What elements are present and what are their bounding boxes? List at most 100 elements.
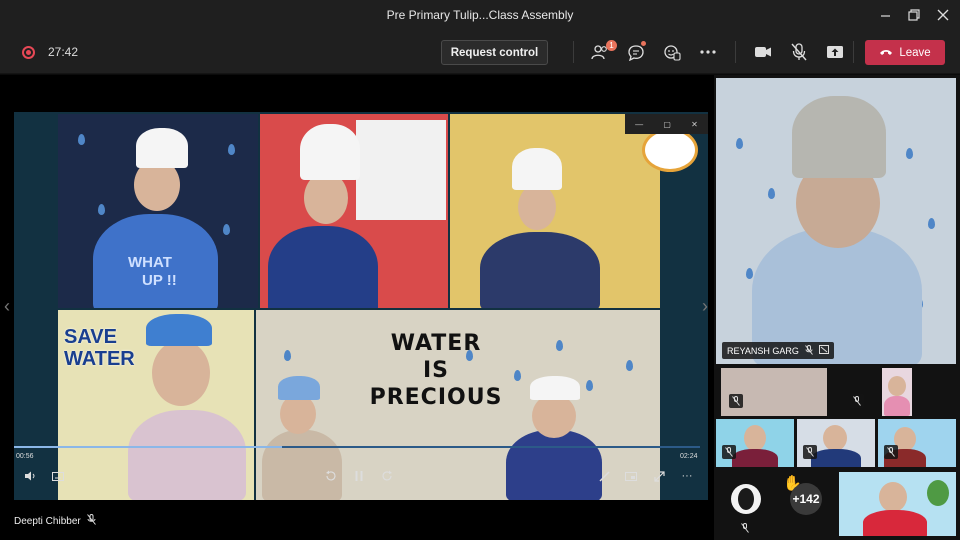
child-head bbox=[532, 394, 576, 438]
unpin-icon[interactable] bbox=[818, 345, 829, 356]
request-control-button[interactable]: Request control bbox=[441, 40, 548, 65]
toolbar-divider bbox=[735, 41, 736, 63]
minimize-icon: — bbox=[635, 119, 644, 129]
phone-icon bbox=[879, 47, 893, 59]
close-icon: ✕ bbox=[691, 119, 698, 129]
presenter-name: Deepti Chibber bbox=[14, 515, 81, 527]
water-drop-crown bbox=[146, 314, 212, 346]
previous-arrow-icon[interactable]: ‹ bbox=[4, 296, 10, 317]
video-more-icon[interactable]: ··· bbox=[678, 469, 696, 483]
share-icon[interactable] bbox=[822, 39, 848, 65]
spotlight-name: REYANSH GARG bbox=[727, 345, 799, 356]
participant-head bbox=[744, 425, 766, 451]
tree-decoration bbox=[927, 480, 949, 506]
miniplayer-icon[interactable] bbox=[622, 469, 640, 483]
water-drop-crown bbox=[530, 376, 580, 400]
mic-off-icon bbox=[729, 394, 743, 408]
record-icon bbox=[22, 46, 35, 59]
chat-unread-dot bbox=[641, 41, 646, 46]
title-bar: Pre Primary Tulip...Class Assembly bbox=[0, 0, 960, 30]
participant-tile[interactable] bbox=[839, 472, 956, 536]
school-logo bbox=[642, 128, 698, 172]
child-head bbox=[280, 394, 316, 434]
slogan-line: WATER bbox=[390, 331, 482, 356]
water-drop-crown bbox=[792, 96, 886, 178]
overflow-participants-button[interactable]: +142 bbox=[790, 483, 822, 515]
participant-head bbox=[888, 376, 906, 396]
toolbar-divider bbox=[573, 41, 574, 63]
mic-off-icon bbox=[803, 445, 817, 459]
leave-button[interactable]: Leave bbox=[865, 40, 945, 65]
child-figure bbox=[128, 410, 246, 500]
water-drop-crown bbox=[278, 376, 320, 400]
chef-hat bbox=[512, 148, 562, 190]
participant-figure bbox=[863, 510, 927, 536]
mic-off-icon bbox=[741, 520, 749, 538]
video-elapsed-time: 00:56 bbox=[16, 453, 34, 460]
pause-icon[interactable] bbox=[350, 469, 368, 483]
close-icon[interactable] bbox=[926, 0, 960, 30]
participant-figure bbox=[732, 449, 778, 467]
leave-label: Leave bbox=[899, 46, 931, 59]
shirt-text: UP !! bbox=[142, 272, 177, 289]
child-figure bbox=[262, 430, 342, 500]
video-tile: WHAT UP !! bbox=[58, 114, 258, 308]
restore-icon: ▢ bbox=[663, 119, 671, 129]
child-figure bbox=[506, 430, 602, 500]
volume-icon[interactable] bbox=[21, 469, 39, 483]
avatar[interactable] bbox=[731, 484, 761, 514]
participant-tile[interactable] bbox=[716, 419, 794, 467]
shirt-text: WHAT bbox=[128, 254, 172, 271]
forward-icon[interactable] bbox=[378, 469, 396, 483]
child-head bbox=[152, 340, 210, 406]
meeting-toolbar: 27:42 Request control 1 Leave bbox=[0, 30, 960, 74]
camera-icon[interactable] bbox=[750, 39, 776, 65]
fullscreen-icon[interactable] bbox=[650, 469, 668, 483]
shared-screen: WHAT UP !! SAVE WATER WATER IS PRECIOUS bbox=[14, 112, 708, 500]
mic-off-icon bbox=[804, 344, 813, 357]
child-figure bbox=[268, 226, 378, 308]
participant-figure bbox=[884, 396, 910, 416]
shared-window-controls: — ▢ ✕ bbox=[625, 114, 708, 134]
mic-off-icon bbox=[86, 514, 96, 528]
rewind-icon[interactable] bbox=[322, 469, 340, 483]
captions-icon[interactable] bbox=[49, 469, 67, 483]
mic-off-icon bbox=[722, 445, 736, 459]
participants-badge: 1 bbox=[606, 40, 617, 51]
participant-head bbox=[879, 482, 907, 512]
meeting-timer: 27:42 bbox=[48, 45, 79, 59]
participant-tile[interactable] bbox=[797, 419, 875, 467]
participant-tile[interactable] bbox=[878, 419, 956, 467]
video-tile: SAVE WATER bbox=[58, 310, 254, 500]
spotlight-label: REYANSH GARG bbox=[722, 342, 834, 359]
chef-hat bbox=[136, 128, 188, 168]
spotlight-video[interactable] bbox=[716, 78, 956, 364]
participant-figure bbox=[811, 449, 861, 467]
more-icon[interactable] bbox=[695, 39, 721, 65]
participant-tile[interactable] bbox=[721, 368, 827, 416]
participant-tile[interactable] bbox=[882, 368, 912, 416]
next-arrow-icon[interactable]: › bbox=[702, 296, 708, 317]
save-water-text: SAVE bbox=[64, 326, 117, 348]
toolbar-divider bbox=[853, 41, 854, 63]
video-duration: 02:24 bbox=[680, 453, 698, 460]
mic-off-icon bbox=[884, 445, 898, 459]
participant-head bbox=[823, 425, 847, 451]
slogan-line: IS bbox=[422, 358, 450, 383]
reactions-icon[interactable] bbox=[659, 39, 685, 65]
participant-tile[interactable] bbox=[838, 368, 876, 416]
presenter-label: Deepti Chibber bbox=[14, 514, 96, 528]
video-tile bbox=[260, 114, 448, 308]
child-figure bbox=[480, 232, 600, 308]
mic-off-icon[interactable] bbox=[786, 39, 812, 65]
pen-icon[interactable] bbox=[595, 469, 613, 483]
window-title: Pre Primary Tulip...Class Assembly bbox=[386, 8, 574, 22]
save-water-text: WATER bbox=[64, 348, 135, 370]
video-progress-fill bbox=[14, 446, 282, 448]
slogan-line: PRECIOUS bbox=[369, 385, 503, 410]
mic-off-icon bbox=[850, 394, 864, 408]
video-progress-bar[interactable] bbox=[14, 446, 700, 448]
video-tile bbox=[450, 114, 660, 308]
chef-hat bbox=[300, 124, 360, 180]
wall-poster bbox=[356, 120, 446, 220]
